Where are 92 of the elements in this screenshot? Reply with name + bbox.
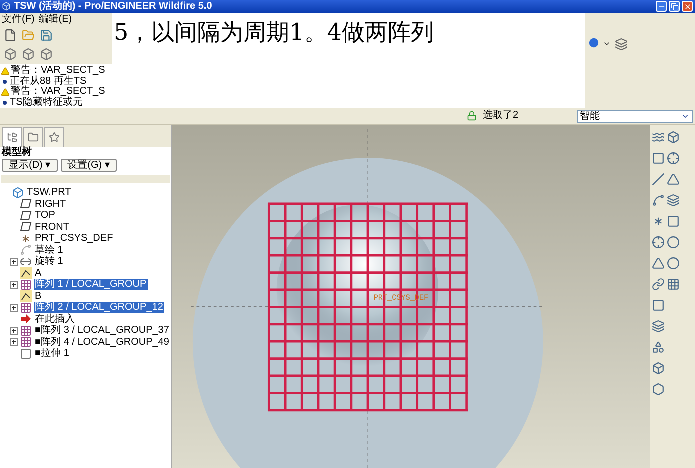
hexagon-icon[interactable] (652, 383, 665, 396)
warning-icon (1, 66, 10, 76)
extrude-icon (20, 348, 32, 360)
message-text: 正在从88 再生TS (10, 76, 87, 87)
tree-item[interactable]: ■拉伸 1 (34, 348, 70, 360)
folder-icon (28, 132, 38, 143)
dropdown-button[interactable]: 显示(D) ▾ (2, 159, 58, 172)
arrow-icon (20, 313, 32, 326)
warning-icon (1, 88, 10, 97)
tree-item[interactable]: ■阵列 4 / LOCAL_GROUP_49 (34, 336, 170, 348)
crosshair-icon[interactable] (652, 236, 665, 249)
expand-toggle[interactable] (10, 326, 18, 335)
app-icon (2, 2, 11, 11)
shapes-icon[interactable] (652, 341, 665, 354)
tree-item[interactable]: 草绘 1 (34, 244, 64, 256)
grid-icon[interactable] (667, 278, 680, 291)
plane-icon (20, 210, 32, 222)
window-title: TSW (活动的) - Pro/ENGINEER Wildfire 5.0 (14, 0, 212, 12)
star-icon (48, 132, 60, 143)
box-icon[interactable] (40, 48, 53, 61)
dropdown-button[interactable]: 设置(G) ▾ (60, 159, 117, 172)
tree-item[interactable]: A (34, 268, 43, 279)
waves-icon[interactable] (652, 131, 665, 144)
sidebar-tab[interactable] (2, 127, 22, 147)
tree-item[interactable]: TSW.PRT (26, 187, 72, 198)
plane-icon (20, 221, 32, 234)
axis-icon (20, 267, 32, 280)
layers-icon[interactable] (652, 320, 665, 333)
message-text: TS隐藏特征或元 (10, 98, 83, 108)
save-icon[interactable] (40, 29, 53, 42)
close-button[interactable] (682, 1, 693, 12)
pattern-icon (20, 324, 32, 337)
circle-icon[interactable] (589, 38, 599, 48)
caret-icon[interactable] (603, 40, 611, 48)
pattern-icon (20, 302, 32, 314)
minimize-button[interactable] (656, 1, 667, 12)
circle-icon[interactable] (667, 257, 680, 270)
tree-item[interactable]: 旋转 1 (34, 256, 64, 268)
tree-item[interactable]: TOP (34, 210, 56, 222)
tree-item[interactable]: B (34, 290, 43, 302)
restore-icon (670, 2, 678, 10)
expand-toggle[interactable] (10, 258, 18, 266)
bullet-icon (3, 80, 7, 84)
selection-count: 选取了2 (483, 110, 520, 122)
triangle-icon[interactable] (667, 173, 680, 186)
pattern-icon (20, 278, 32, 291)
new-file-icon[interactable] (4, 29, 17, 42)
crosshair-icon[interactable] (667, 152, 680, 165)
csys-icon (20, 232, 32, 245)
tree-item[interactable]: 阵列 1 / LOCAL_GROUP (34, 279, 148, 290)
sidebar-tab[interactable] (23, 127, 43, 147)
lock-icon (467, 111, 477, 121)
menu-item[interactable]: 文件(F) (2, 14, 35, 26)
layers-icon[interactable] (615, 38, 628, 51)
tree-icon (6, 132, 18, 143)
box-icon[interactable] (22, 48, 35, 61)
tree-item[interactable]: ■阵列 3 / LOCAL_GROUP_37 (34, 325, 170, 336)
filter-select[interactable]: 智能 (577, 110, 693, 122)
maximize-button[interactable] (669, 1, 680, 12)
bullet-icon (3, 100, 7, 105)
box-icon[interactable] (4, 48, 17, 61)
menu-item[interactable]: 编辑(E) (38, 14, 72, 26)
close-icon (684, 2, 692, 10)
tree-item[interactable]: 在此插入 (34, 314, 76, 325)
sidebar-tab[interactable] (44, 127, 64, 147)
square-icon[interactable] (667, 215, 680, 228)
tree-item[interactable]: 阵列 2 / LOCAL_GROUP_12 (34, 302, 164, 314)
pattern-icon (20, 336, 32, 348)
note-text: 5，以间隔为周期1。4做两阵列 (114, 20, 434, 46)
box-icon[interactable] (667, 131, 680, 144)
link-icon[interactable] (652, 278, 665, 291)
square-icon[interactable] (652, 299, 665, 312)
expand-toggle[interactable] (10, 304, 18, 312)
expand-toggle[interactable] (10, 338, 18, 346)
part-icon (12, 186, 24, 199)
tree-item[interactable]: RIGHT (34, 198, 68, 210)
revolve-icon (20, 256, 32, 268)
asterisk-icon[interactable] (652, 215, 665, 228)
plane-icon (20, 198, 32, 210)
tree-item[interactable]: FRONT (34, 222, 70, 233)
message-text: 警告：VAR_SECT_S (11, 66, 106, 76)
curve-icon[interactable] (652, 194, 665, 207)
box-icon[interactable] (652, 362, 665, 375)
layers-icon[interactable] (667, 194, 680, 207)
triangle-icon[interactable] (652, 257, 665, 270)
message-text: 警告：VAR_SECT_S (11, 87, 106, 98)
panel-title: 模型树 (0, 147, 33, 159)
tree-item[interactable]: PRT_CSYS_DEF (34, 233, 114, 244)
circle-icon[interactable] (667, 236, 680, 249)
expand-toggle[interactable] (10, 280, 18, 289)
sketch-icon (20, 244, 32, 256)
axis-icon (20, 290, 32, 302)
